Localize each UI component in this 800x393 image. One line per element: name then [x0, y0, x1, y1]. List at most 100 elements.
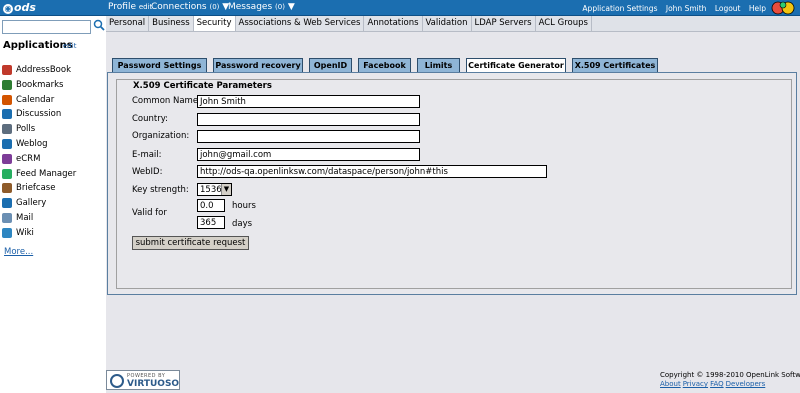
organization-label: Organization:: [132, 131, 190, 141]
sidebar-item-label: Discussion: [16, 109, 62, 120]
tab-password-recovery[interactable]: Password recovery: [213, 58, 303, 72]
main-content: Personal Business Security Associations & W…: [106, 16, 800, 393]
tab-facebook[interactable]: Facebook: [358, 58, 411, 72]
tab-certificate-generator[interactable]: Certificate Generator: [466, 58, 566, 73]
webid-input[interactable]: http://ods-qa.openlinksw.com/dataspace/p…: [197, 165, 547, 178]
feed-icon: [2, 168, 12, 179]
valid-for-label: Valid for: [132, 208, 167, 218]
footer-link-developers[interactable]: Developers: [726, 380, 766, 388]
common-name-label: Common Name:: [132, 96, 201, 106]
sidebar-item-ecrm[interactable]: eCRM: [2, 152, 40, 166]
more-link[interactable]: More...: [4, 247, 33, 257]
addressbook-icon: [2, 65, 12, 75]
messages-menu[interactable]: Messages (0) ▼: [228, 2, 295, 12]
sidebar-item-label: eCRM: [16, 153, 41, 164]
footer-link-privacy[interactable]: Privacy: [683, 380, 708, 388]
applications-edit-link[interactable]: edit: [63, 42, 76, 50]
key-strength-select[interactable]: 1536 ▼: [197, 183, 232, 196]
tab-password-settings[interactable]: Password Settings: [112, 58, 207, 72]
footer-links: About Privacy FAQ Developers: [660, 380, 767, 388]
mail-icon: [2, 213, 12, 223]
powered-by-virtuoso-badge[interactable]: POWERED BY VIRTUOSO: [106, 370, 180, 390]
connections-menu[interactable]: Connections (0) ▼: [151, 2, 229, 12]
sidebar-item-briefcase[interactable]: Briefcase: [2, 181, 55, 195]
ecrm-icon: [2, 153, 12, 164]
sidebar-item-gallery[interactable]: Gallery: [2, 196, 46, 210]
sidebar-item-discussion[interactable]: Discussion: [2, 107, 61, 121]
organization-input[interactable]: [197, 130, 420, 143]
sidebar-item-polls[interactable]: Polls: [2, 122, 35, 136]
bookmark-icon: [2, 79, 12, 90]
subnav-tab-associations-web-services[interactable]: Associations & Web Services: [236, 16, 365, 31]
sidebar-item-label: Briefcase: [16, 183, 56, 194]
email-label: E-mail:: [132, 150, 162, 160]
key-strength-label: Key strength:: [132, 185, 189, 195]
ods-logo[interactable]: ◉ ods: [3, 1, 36, 14]
sidebar-item-label: Gallery: [16, 198, 47, 209]
subnav-tab-acl-groups[interactable]: ACL Groups: [536, 16, 592, 31]
chevron-down-icon[interactable]: ▼: [221, 184, 231, 195]
calendar-icon: [2, 94, 12, 105]
discussion-icon: [2, 109, 12, 120]
sidebar-item-feed-manager[interactable]: Feed Manager: [2, 167, 76, 181]
gallery-icon: [2, 198, 12, 209]
logout-link[interactable]: Logout: [715, 4, 741, 13]
footer-link-about[interactable]: About: [660, 380, 681, 388]
sidebar-item-label: Polls: [16, 124, 36, 135]
country-label: Country:: [132, 114, 169, 124]
tab-limits[interactable]: Limits: [417, 58, 460, 72]
subnav-tab-annotations[interactable]: Annotations: [364, 16, 423, 31]
openlink-logo-icon: [771, 1, 795, 15]
subnav-tab-ldap-servers[interactable]: LDAP Servers: [472, 16, 536, 31]
tab-x-509-certificates[interactable]: X.509 Certificates: [572, 58, 658, 72]
messages-dropdown-icon: ▼: [287, 2, 295, 12]
briefcase-icon: [2, 183, 12, 194]
sidebar-item-label: Bookmarks: [16, 79, 64, 90]
subnav-tab-personal[interactable]: Personal: [106, 16, 150, 31]
hours-input[interactable]: 0.0: [197, 199, 225, 212]
days-input[interactable]: 365: [197, 216, 225, 229]
sidebar-item-mail[interactable]: Mail: [2, 211, 33, 225]
copyright-text: Copyright © 1998-2010 OpenLink Software: [660, 371, 800, 379]
user-name-link[interactable]: John Smith: [666, 4, 707, 13]
subnav-tab-security[interactable]: Security: [193, 16, 236, 31]
search-icon[interactable]: [93, 19, 105, 31]
help-link[interactable]: Help: [749, 4, 766, 13]
fieldset-legend: X.509 Certificate Parameters: [131, 81, 274, 91]
certificate-parameters-fieldset: X.509 Certificate Parameters Common Name…: [116, 79, 792, 289]
top-bar: ◉ ods Profile edit Connections (0) ▼ Mess…: [0, 0, 800, 16]
sidebar-item-wiki[interactable]: Wiki: [2, 226, 34, 240]
virtuoso-logo-icon: [110, 374, 124, 388]
email-input[interactable]: john@gmail.com: [197, 148, 420, 161]
settings-subnav: Personal Business Security Associations & W…: [106, 16, 800, 32]
sidebar: Applications edit AddressBook Bookmarks Ca…: [0, 16, 106, 393]
sidebar-item-label: Calendar: [16, 94, 55, 105]
webid-label: WebID:: [132, 167, 163, 177]
common-name-input[interactable]: John Smith: [197, 95, 420, 108]
sidebar-item-label: Mail: [16, 213, 34, 223]
subnav-tab-validation[interactable]: Validation: [423, 16, 472, 31]
country-input[interactable]: [197, 113, 420, 126]
subnav-tab-business[interactable]: Business: [149, 16, 194, 31]
submit-certificate-request-button[interactable]: submit certificate request: [132, 236, 249, 250]
sidebar-item-label: AddressBook: [16, 65, 72, 75]
sidebar-item-addressbook[interactable]: AddressBook: [2, 63, 71, 77]
sidebar-item-weblog[interactable]: Weblog: [2, 137, 48, 151]
sidebar-item-label: Wiki: [16, 227, 34, 238]
sidebar-item-calendar[interactable]: Calendar: [2, 93, 54, 107]
sidebar-item-label: Feed Manager: [16, 168, 77, 179]
polls-icon: [2, 124, 12, 135]
application-settings-link[interactable]: Application Settings: [582, 4, 657, 13]
profile-menu[interactable]: Profile edit: [108, 2, 152, 12]
sidebar-item-bookmarks[interactable]: Bookmarks: [2, 78, 64, 92]
hours-unit-label: hours: [232, 201, 256, 211]
wiki-icon: [2, 227, 12, 238]
days-unit-label: days: [232, 219, 253, 229]
weblog-icon: [2, 139, 12, 149]
search-input[interactable]: [2, 20, 91, 34]
certificate-generator-panel: X.509 Certificate Parameters Common Name…: [107, 72, 797, 295]
top-right-links: Application Settings John Smith Logout H…: [576, 4, 766, 13]
sidebar-item-label: Weblog: [16, 139, 48, 149]
tab-openid[interactable]: OpenID: [309, 58, 352, 72]
footer-link-faq[interactable]: FAQ: [710, 380, 724, 388]
